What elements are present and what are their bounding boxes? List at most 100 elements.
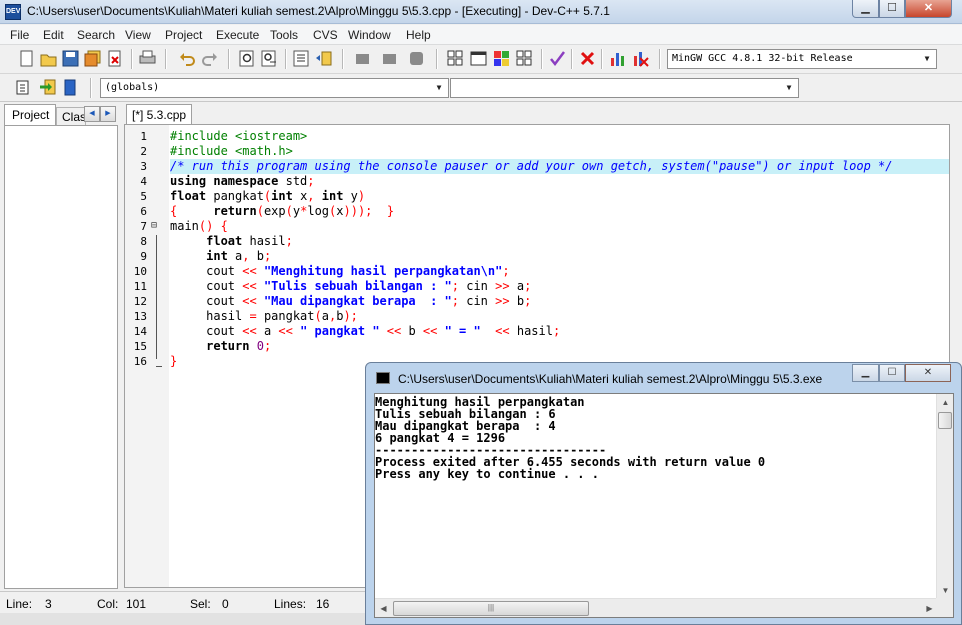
stop-execution-icon[interactable] bbox=[579, 50, 596, 67]
toolbar-separator bbox=[342, 49, 344, 69]
code-line[interactable]: hasil = pangkat(a,b); bbox=[170, 309, 358, 324]
console-minimize-button[interactable]: ▁ bbox=[852, 364, 879, 382]
code-line[interactable]: cout << a << " pangkat " << b << " = " <… bbox=[170, 324, 560, 339]
save-icon[interactable] bbox=[62, 50, 79, 67]
console-title-bar[interactable]: C:\Users\user\Documents\Kuliah\Materi ku… bbox=[366, 363, 961, 391]
close-file-icon[interactable] bbox=[106, 50, 123, 67]
title-bar[interactable]: DEV C:\Users\user\Documents\Kuliah\Mater… bbox=[0, 0, 962, 24]
code-line[interactable]: /* run this program using the console pa… bbox=[170, 159, 949, 174]
code-token: << bbox=[278, 324, 301, 338]
code-line[interactable]: #include <iostream> bbox=[170, 129, 307, 144]
console-window[interactable]: C:\Users\user\Documents\Kuliah\Materi ku… bbox=[365, 362, 962, 625]
delete-profile-icon[interactable] bbox=[632, 50, 649, 67]
tab-file-5-3-cpp[interactable]: [*] 5.3.cpp bbox=[126, 104, 192, 124]
window-icon[interactable] bbox=[470, 50, 487, 67]
menu-help[interactable]: Help bbox=[406, 28, 431, 42]
menu-window[interactable]: Window bbox=[348, 28, 391, 42]
menu-tools[interactable]: Tools bbox=[270, 28, 298, 42]
toggle-bookmark-icon[interactable] bbox=[354, 50, 371, 67]
code-token: b bbox=[516, 294, 525, 308]
scope-select-value: (globals) bbox=[105, 82, 160, 93]
code-token: ; bbox=[502, 264, 510, 278]
menu-cvs[interactable]: CVS bbox=[313, 28, 338, 42]
colors-icon[interactable] bbox=[493, 50, 510, 67]
new-file-icon[interactable] bbox=[18, 50, 35, 67]
open-file-icon[interactable] bbox=[40, 50, 57, 67]
console-line: Press any key to continue . . . bbox=[375, 467, 599, 481]
code-line[interactable]: return 0; bbox=[170, 339, 271, 354]
maximize-button[interactable]: ☐ bbox=[879, 0, 905, 18]
undo-icon[interactable] bbox=[179, 50, 196, 67]
print-icon[interactable] bbox=[139, 50, 156, 67]
console-close-button[interactable]: ✕ bbox=[905, 364, 951, 382]
console-horizontal-scrollbar[interactable]: ◀ ||| ▶ bbox=[375, 598, 938, 617]
code-line[interactable]: main() { bbox=[170, 219, 228, 234]
code-token: << bbox=[242, 279, 264, 293]
tab-scroll-left-icon[interactable]: ◀ bbox=[84, 106, 100, 122]
menu-execute[interactable]: Execute bbox=[216, 28, 259, 42]
code-line[interactable]: float hasil; bbox=[170, 234, 293, 249]
tile-windows-icon[interactable] bbox=[516, 50, 533, 67]
code-line[interactable]: cout << "Mau dipangkat berapa : "; cin >… bbox=[170, 294, 531, 309]
insert-code-icon[interactable] bbox=[16, 79, 33, 96]
console-output-area[interactable]: Menghitung hasil perpangkatan Tulis sebu… bbox=[374, 393, 954, 618]
toolbar-separator bbox=[90, 78, 92, 98]
goto-bookmark-icon[interactable] bbox=[381, 50, 398, 67]
unindent-icon[interactable] bbox=[315, 50, 332, 67]
check-syntax-icon[interactable] bbox=[549, 50, 566, 67]
redo-icon[interactable] bbox=[201, 50, 218, 67]
menu-view[interactable]: View bbox=[125, 28, 151, 42]
find-icon[interactable] bbox=[239, 50, 256, 67]
save-all-icon[interactable] bbox=[84, 50, 101, 67]
code-token: 0 bbox=[249, 339, 264, 353]
line-number: 13 bbox=[133, 310, 147, 323]
window-title: C:\Users\user\Documents\Kuliah\Materi ku… bbox=[27, 4, 610, 18]
status-line-value: 3 bbox=[45, 597, 52, 611]
indent-icon[interactable] bbox=[293, 50, 310, 67]
scroll-thumb[interactable]: ||| bbox=[393, 601, 589, 616]
scroll-up-icon[interactable]: ▲ bbox=[937, 394, 953, 411]
scope-select[interactable]: (globals) ▼ bbox=[100, 78, 449, 98]
code-token: ( bbox=[314, 309, 322, 323]
code-token: ; bbox=[285, 234, 293, 248]
scroll-down-icon[interactable]: ▼ bbox=[937, 582, 953, 599]
replace-icon[interactable] bbox=[261, 50, 278, 67]
code-token: exp bbox=[263, 204, 286, 218]
code-line[interactable]: cout << "Tulis sebuah bilangan : "; cin … bbox=[170, 279, 531, 294]
chevron-down-icon: ▼ bbox=[436, 83, 442, 92]
menu-project[interactable]: Project bbox=[165, 28, 202, 42]
code-line[interactable]: using namespace std; bbox=[170, 174, 315, 189]
new-project-icon[interactable] bbox=[447, 50, 464, 67]
code-token: = bbox=[249, 309, 264, 323]
menu-edit[interactable]: Edit bbox=[43, 28, 64, 42]
goto-declaration-icon[interactable] bbox=[39, 79, 56, 96]
code-line[interactable]: #include <math.h> bbox=[170, 144, 293, 159]
close-button[interactable]: ✕ bbox=[905, 0, 952, 18]
code-line[interactable]: float pangkat(int x, int y) bbox=[170, 189, 365, 204]
scroll-thumb[interactable] bbox=[938, 412, 952, 429]
comment-icon[interactable] bbox=[408, 50, 425, 67]
scroll-left-icon[interactable]: ◀ bbox=[375, 600, 392, 617]
fold-collapse-icon[interactable]: ⊟ bbox=[151, 220, 157, 231]
console-vertical-scrollbar[interactable]: ▲ ▼ bbox=[936, 394, 953, 599]
status-sel-label: Sel: bbox=[190, 597, 211, 611]
code-token: ); bbox=[343, 309, 358, 323]
minimize-button[interactable]: ▁ bbox=[852, 0, 879, 18]
code-line[interactable]: } bbox=[170, 354, 177, 369]
menu-file[interactable]: File bbox=[10, 28, 29, 42]
code-token: , bbox=[242, 249, 257, 263]
tab-scroll-right-icon[interactable]: ▶ bbox=[100, 106, 116, 122]
compiler-select[interactable]: MinGW GCC 4.8.1 32-bit Release ▼ bbox=[667, 49, 937, 69]
function-select[interactable]: ▼ bbox=[450, 78, 799, 98]
console-maximize-button[interactable]: ☐ bbox=[879, 364, 905, 382]
profile-chart-icon[interactable] bbox=[609, 50, 626, 67]
code-line[interactable]: cout << "Menghitung hasil perpangkatan\n… bbox=[170, 264, 510, 279]
project-tree[interactable] bbox=[4, 125, 118, 589]
goto-definition-icon[interactable] bbox=[62, 79, 79, 96]
menu-search[interactable]: Search bbox=[77, 28, 115, 42]
code-token: } bbox=[170, 354, 178, 368]
tab-project[interactable]: Project bbox=[4, 104, 56, 125]
tab-classes[interactable]: Classes bbox=[56, 107, 86, 125]
code-line[interactable]: int a, b; bbox=[170, 249, 271, 264]
code-line[interactable]: { return(exp(y*log(x))); } bbox=[170, 204, 394, 219]
